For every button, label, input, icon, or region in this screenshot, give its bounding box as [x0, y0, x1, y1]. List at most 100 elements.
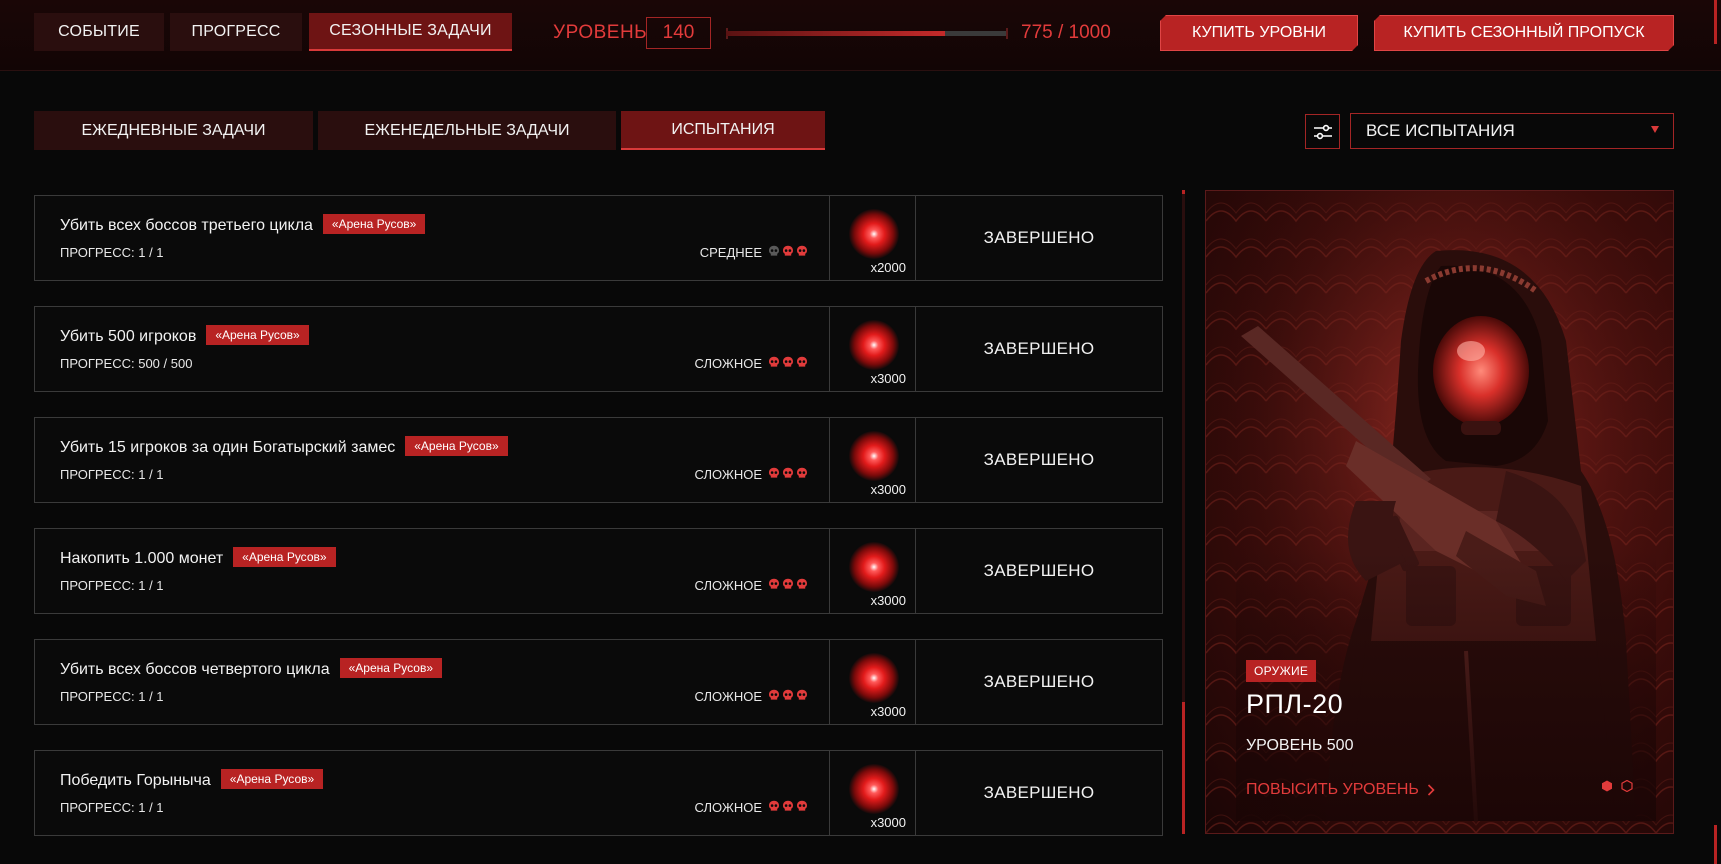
tab-progress[interactable]: ПРОГРЕСС [170, 13, 302, 51]
difficulty-skulls [768, 800, 808, 815]
task-difficulty: СРЕДНЕЕ [700, 245, 808, 260]
task-row[interactable]: Победить Горыныча «Арена Русов» ПРОГРЕСС: … [34, 750, 1163, 836]
task-progress: ПРОГРЕСС: 500 / 500 [60, 356, 193, 371]
task-status: ЗАВЕРШЕНО [983, 450, 1095, 469]
task-row[interactable]: Убить всех боссов четвертого цикла «Арена… [34, 639, 1163, 725]
upgrade-level-link[interactable]: ПОВЫСИТЬ УРОВЕНЬ [1246, 781, 1435, 799]
task-progress: ПРОГРЕСС: 1 / 1 [60, 245, 164, 260]
buy-levels-button[interactable]: КУПИТЬ УРОВНИ [1160, 15, 1358, 51]
skull-icon-filled [768, 689, 780, 704]
challenges-filter-dropdown[interactable]: ВСЕ ИСПЫТАНИЯ [1350, 113, 1674, 149]
buy-season-pass-button[interactable]: КУПИТЬ СЕЗОННЫЙ ПРОПУСК [1374, 15, 1674, 51]
task-status: ЗАВЕРШЕНО [983, 561, 1095, 580]
task-progress: ПРОГРЕСС: 1 / 1 [60, 467, 164, 482]
reward-quantity: x3000 [870, 704, 906, 719]
reward-quantity: x2000 [870, 260, 906, 275]
reward-orb-icon [849, 542, 899, 592]
task-difficulty: СЛОЖНОЕ [695, 689, 809, 704]
upgrade-level-label: ПОВЫСИТЬ УРОВЕНЬ [1246, 781, 1419, 798]
task-row[interactable]: Убить 500 игроков «Арена Русов» ПРОГРЕСС: … [34, 306, 1163, 392]
skull-icon-filled [768, 800, 780, 815]
difficulty-skulls [768, 578, 808, 593]
task-status: ЗАВЕРШЕНО [983, 228, 1095, 247]
skull-icon-filled [782, 356, 794, 371]
difficulty-label: СЛОЖНОЕ [694, 467, 763, 482]
scrollbar-cap [1182, 190, 1185, 194]
reward-quantity: x3000 [870, 371, 906, 386]
difficulty-label: СРЕДНЕЕ [699, 245, 762, 260]
carousel-dots [1601, 780, 1633, 792]
skull-icon-filled [768, 467, 780, 482]
task-title: Победить Горыныча «Арена Русов» [60, 769, 324, 790]
task-title: Накопить 1.000 монет «Арена Русов» [60, 547, 336, 568]
filter-button[interactable] [1305, 114, 1340, 149]
task-row[interactable]: Накопить 1.000 монет «Арена Русов» ПРОГРЕС… [34, 528, 1163, 614]
task-mode-tag: «Арена Русов» [220, 769, 324, 789]
tab-challenges[interactable]: ИСПЫТАНИЯ [621, 111, 825, 150]
promo-weapon-name: РПЛ-20 [1246, 689, 1344, 719]
task-title-text: Накопить 1.000 монет [60, 550, 224, 567]
carousel-dot-2[interactable] [1621, 780, 1633, 792]
skull-icon-filled [782, 467, 794, 482]
skull-icon-filled [782, 245, 794, 260]
difficulty-label: СЛОЖНОЕ [694, 578, 763, 593]
task-list-scrollbar[interactable] [1182, 190, 1185, 834]
reward-orb-icon [849, 431, 899, 481]
task-title: Убить всех боссов четвертого цикла «Арена… [60, 658, 442, 679]
difficulty-skulls [768, 467, 808, 482]
level-label: УРОВЕНЬ [553, 22, 648, 43]
tab-weekly-tasks[interactable]: ЕЖЕНЕДЕЛЬНЫЕ ЗАДАЧИ [318, 111, 616, 150]
skull-icon-filled [796, 689, 808, 704]
task-reward: x3000 [829, 307, 916, 391]
task-title: Убить всех боссов третьего цикла «Арена Р… [60, 214, 426, 235]
tab-daily-tasks[interactable]: ЕЖЕДНЕВНЫЕ ЗАДАЧИ [34, 111, 313, 150]
difficulty-label: СЛОЖНОЕ [694, 800, 763, 815]
task-mode-tag: «Арена Русов» [206, 325, 309, 345]
task-mode-tag: «Арена Русов» [339, 658, 442, 678]
task-title: Убить 15 игроков за один Богатырский зам… [60, 436, 508, 457]
task-status: ЗАВЕРШЕНО [983, 783, 1095, 802]
reward-quantity: x3000 [870, 482, 906, 497]
skull-icon-filled [796, 356, 808, 371]
task-row[interactable]: Убить 15 игроков за один Богатырский зам… [34, 417, 1163, 503]
skull-icon-filled [796, 245, 808, 260]
difficulty-skulls [768, 689, 808, 704]
task-reward: x3000 [829, 529, 916, 613]
task-title-text: Убить 500 игроков [60, 328, 197, 345]
skull-icon-filled [768, 578, 780, 593]
task-status: ЗАВЕРШЕНО [983, 339, 1095, 358]
xp-progress-bar [726, 28, 1008, 39]
task-progress: ПРОГРЕСС: 1 / 1 [60, 800, 164, 815]
skull-icon-filled [782, 689, 794, 704]
reward-quantity: x3000 [870, 815, 906, 830]
carousel-dot-1[interactable] [1601, 780, 1613, 792]
right-edge-accent-bottom [1714, 825, 1717, 864]
reward-orb-icon [849, 320, 899, 370]
reward-orb-icon [849, 209, 899, 259]
reward-orb-icon [849, 653, 899, 703]
reward-orb-icon [849, 764, 899, 814]
skull-icon-filled [796, 578, 808, 593]
scrollbar-thumb[interactable] [1182, 702, 1185, 834]
task-row[interactable]: Убить всех боссов третьего цикла «Арена Р… [34, 195, 1163, 281]
task-reward: x3000 [829, 751, 916, 835]
xp-progress-fill [726, 31, 945, 36]
task-title: Убить 500 игроков «Арена Русов» [60, 325, 309, 346]
weapon-promo-card[interactable]: ОРУЖИЕ РПЛ-20 УРОВЕНЬ 500 ПОВЫСИТЬ УРОВЕ… [1205, 190, 1674, 834]
chevron-right-icon [1427, 784, 1435, 796]
task-progress: ПРОГРЕСС: 1 / 1 [60, 578, 164, 593]
task-progress: ПРОГРЕСС: 1 / 1 [60, 689, 164, 704]
xp-text: 775 / 1000 [1021, 22, 1111, 43]
top-bar: СОБЫТИЕ ПРОГРЕСС СЕЗОННЫЕ ЗАДАЧИ УРОВЕНЬ… [0, 0, 1721, 71]
skull-icon-filled [782, 578, 794, 593]
task-mode-tag: «Арена Русов» [233, 547, 336, 567]
skull-icon-filled [796, 800, 808, 815]
task-difficulty: СЛОЖНОЕ [695, 578, 809, 593]
task-difficulty: СЛОЖНОЕ [695, 356, 809, 371]
task-title-text: Убить всех боссов четвертого цикла [60, 661, 330, 678]
difficulty-skulls [768, 356, 808, 371]
promo-weapon-level: УРОВЕНЬ 500 [1246, 737, 1354, 754]
tab-season-tasks[interactable]: СЕЗОННЫЕ ЗАДАЧИ [309, 13, 512, 51]
tab-event[interactable]: СОБЫТИЕ [34, 13, 164, 51]
skull-icon-empty [768, 245, 780, 260]
